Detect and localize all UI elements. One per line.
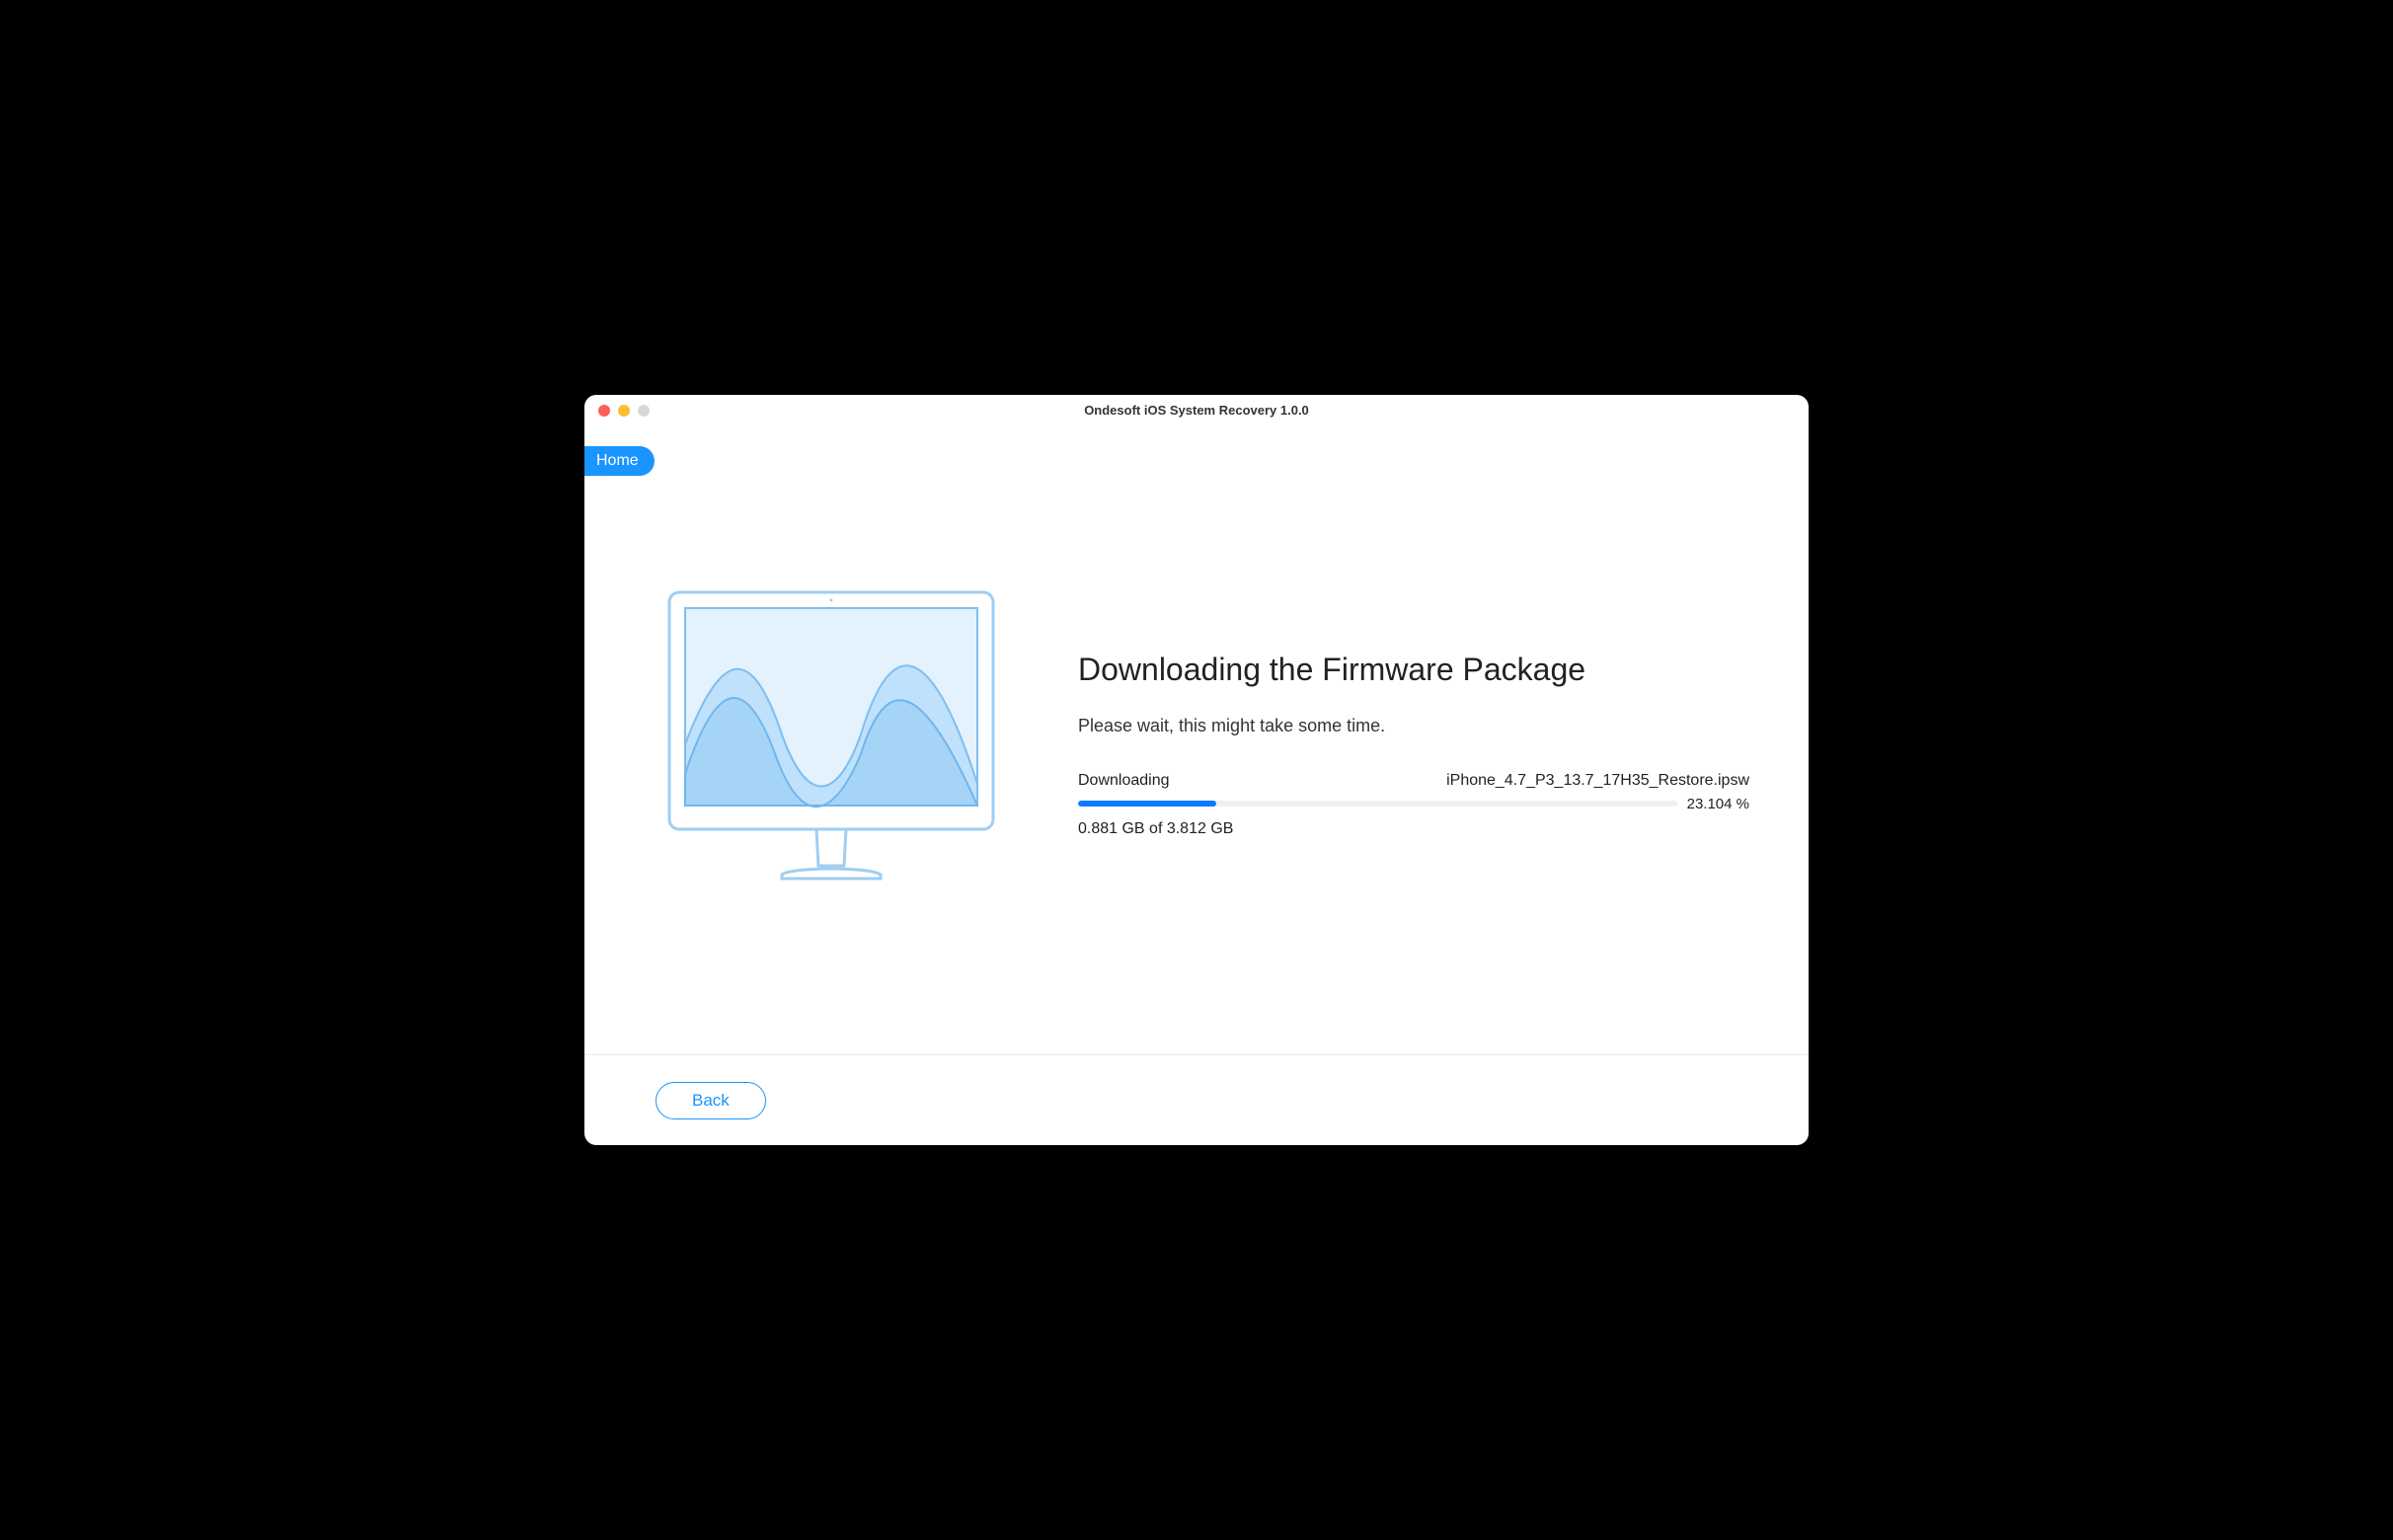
status-label: Downloading [1078, 772, 1170, 790]
download-size: 0.881 GB of 3.812 GB [1078, 820, 1749, 838]
info-panel: Downloading the Firmware Package Please … [1078, 642, 1749, 838]
page-subtext: Please wait, this might take some time. [1078, 716, 1749, 736]
progress-row: 23.104 % [1078, 796, 1749, 812]
computer-illustration [644, 586, 1019, 892]
app-window: Ondesoft iOS System Recovery 1.0.0 Home [584, 395, 1809, 1145]
page-heading: Downloading the Firmware Package [1078, 652, 1749, 688]
titlebar: Ondesoft iOS System Recovery 1.0.0 [584, 395, 1809, 424]
imac-icon [663, 586, 999, 892]
back-label: Back [692, 1091, 730, 1110]
download-filename: iPhone_4.7_P3_13.7_17H35_Restore.ipsw [1446, 772, 1749, 790]
progress-percent: 23.104 % [1687, 796, 1749, 812]
footer: Back [584, 1054, 1809, 1145]
minimize-icon[interactable] [618, 405, 630, 417]
window-title: Ondesoft iOS System Recovery 1.0.0 [584, 403, 1809, 418]
back-button[interactable]: Back [656, 1082, 766, 1119]
progress-bar [1078, 801, 1677, 807]
zoom-icon[interactable] [638, 405, 650, 417]
main-content: Downloading the Firmware Package Please … [584, 424, 1809, 1054]
download-info-row: Downloading iPhone_4.7_P3_13.7_17H35_Res… [1078, 772, 1749, 790]
home-label: Home [596, 452, 639, 469]
progress-fill [1078, 801, 1216, 807]
close-icon[interactable] [598, 405, 610, 417]
home-button[interactable]: Home [584, 446, 655, 476]
window-controls [598, 405, 650, 417]
